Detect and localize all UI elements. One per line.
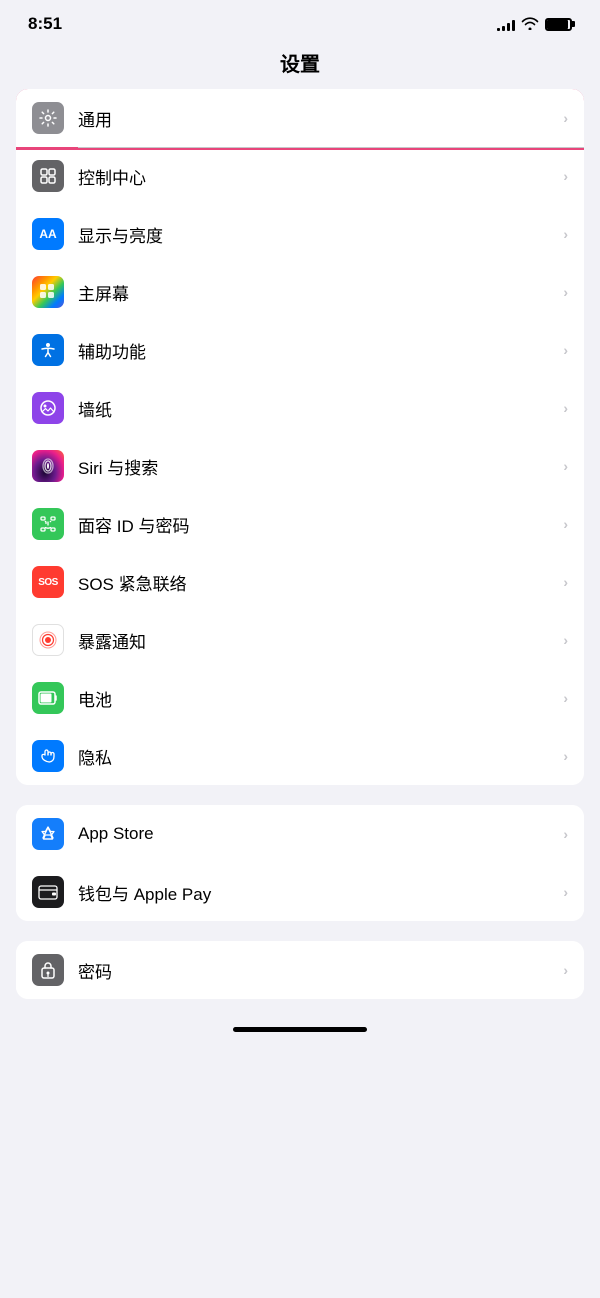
- app-store-label: App Store: [78, 824, 563, 844]
- sos-icon: SOS: [32, 566, 64, 598]
- privacy-label: 隐私: [78, 744, 563, 769]
- settings-group-3: 密码 ›: [16, 941, 584, 999]
- accessibility-icon: [32, 334, 64, 366]
- settings-item-wallet[interactable]: 钱包与 Apple Pay ›: [16, 863, 584, 921]
- settings-item-sos[interactable]: SOS SOS 紧急联络 ›: [16, 553, 584, 611]
- settings-item-password[interactable]: 密码 ›: [16, 941, 584, 999]
- settings-item-home-screen[interactable]: 主屏幕 ›: [16, 263, 584, 321]
- home-screen-label: 主屏幕: [78, 280, 563, 305]
- control-center-icon: [32, 160, 64, 192]
- exposure-icon: [32, 624, 64, 656]
- display-icon: AA: [32, 218, 64, 250]
- settings-item-app-store[interactable]: App Store ›: [16, 805, 584, 863]
- siri-icon: [32, 450, 64, 482]
- home-screen-icon: [32, 276, 64, 308]
- settings-item-battery[interactable]: 电池 ›: [16, 669, 584, 727]
- page-title: 设置: [0, 42, 600, 89]
- battery-settings-icon: [32, 682, 64, 714]
- settings-group-2: App Store › 钱包与 Apple Pay ›: [16, 805, 584, 921]
- control-center-label: 控制中心: [78, 164, 563, 189]
- siri-label: Siri 与搜索: [78, 454, 563, 479]
- privacy-icon: [32, 740, 64, 772]
- face-id-label: 面容 ID 与密码: [78, 512, 563, 537]
- status-icons: [497, 16, 572, 33]
- password-icon: [32, 954, 64, 986]
- settings-item-exposure[interactable]: 暴露通知 ›: [16, 611, 584, 669]
- wallpaper-label: 墙纸: [78, 396, 563, 421]
- settings-item-siri[interactable]: Siri 与搜索 ›: [16, 437, 584, 495]
- sos-label: SOS 紧急联络: [78, 570, 563, 595]
- exposure-label: 暴露通知: [78, 628, 563, 653]
- status-time: 8:51: [28, 14, 62, 34]
- settings-item-general[interactable]: 通用 ›: [16, 89, 584, 147]
- settings-item-face-id[interactable]: 面容 ID 与密码 ›: [16, 495, 584, 553]
- wallpaper-icon: [32, 392, 64, 424]
- battery-icon: [545, 18, 572, 31]
- wallet-icon: [32, 876, 64, 908]
- wifi-icon: [521, 16, 539, 33]
- home-indicator: [233, 1027, 367, 1032]
- app-store-icon: [32, 818, 64, 850]
- general-icon: [32, 102, 64, 134]
- accessibility-label: 辅助功能: [78, 338, 563, 363]
- status-bar: 8:51: [0, 0, 600, 42]
- general-label: 通用: [78, 106, 563, 131]
- settings-item-wallpaper[interactable]: 墙纸 ›: [16, 379, 584, 437]
- battery-label: 电池: [78, 686, 563, 711]
- settings-group-1: 通用 › 控制中心 › AA 显示与亮度 ›: [16, 89, 584, 785]
- face-id-icon: [32, 508, 64, 540]
- password-label: 密码: [78, 958, 563, 983]
- display-label: 显示与亮度: [78, 222, 563, 247]
- settings-item-privacy[interactable]: 隐私 ›: [16, 727, 584, 785]
- settings-item-control-center[interactable]: 控制中心 ›: [16, 147, 584, 205]
- general-chevron: ›: [563, 110, 568, 126]
- signal-icon: [497, 17, 515, 31]
- settings-item-accessibility[interactable]: 辅助功能 ›: [16, 321, 584, 379]
- wallet-label: 钱包与 Apple Pay: [78, 880, 563, 905]
- settings-item-display[interactable]: AA 显示与亮度 ›: [16, 205, 584, 263]
